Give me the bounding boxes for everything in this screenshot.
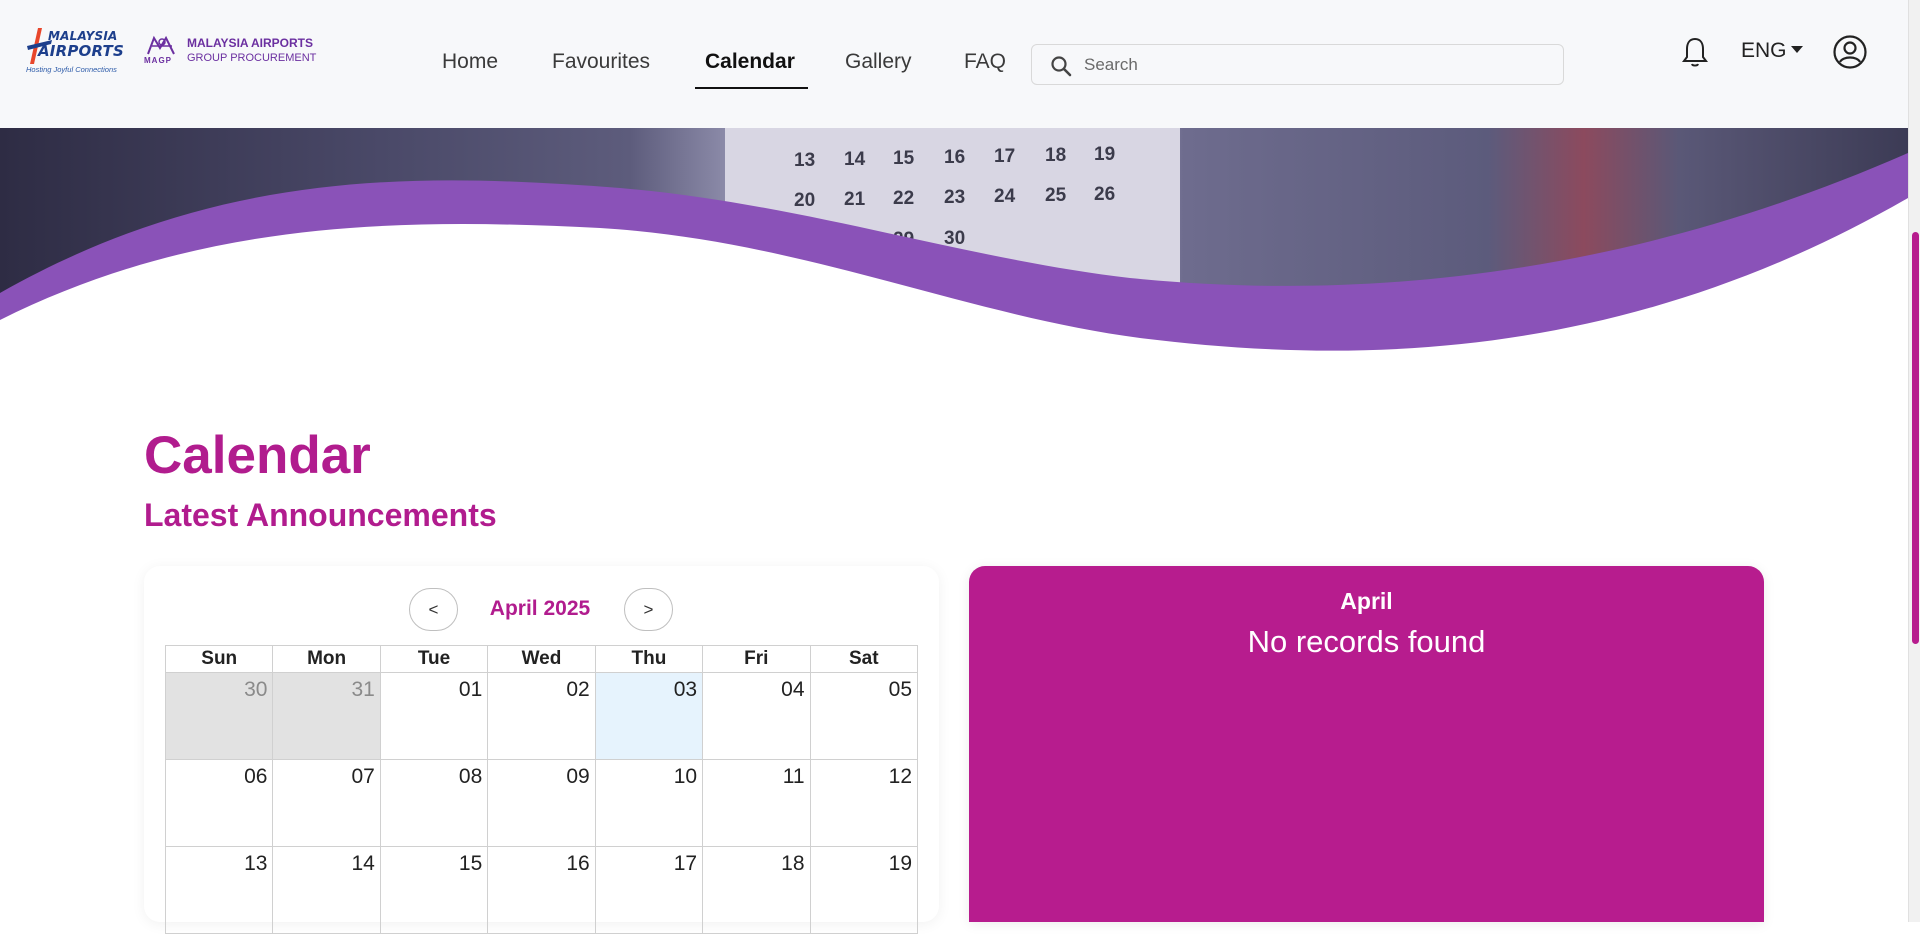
magp-logo[interactable]: MAGP MALAYSIA AIRPORTS GROUP PROCUREMENT <box>144 34 324 74</box>
announcements-month: April <box>1340 588 1393 614</box>
logo-word-airports: AIRPORTS <box>38 42 124 60</box>
nav-gallery[interactable]: Gallery <box>845 50 912 74</box>
calendar-day-cell[interactable]: 04 <box>702 672 811 760</box>
calendar-day-cell[interactable]: 11 <box>702 759 811 847</box>
calendar-day-cell[interactable]: 18 <box>702 846 811 934</box>
malaysia-airports-logo[interactable]: MALAYSIA AIRPORTS Hosting Joyful Connect… <box>24 26 126 76</box>
magp-mark-text: MAGP <box>144 56 172 65</box>
calendar-day-cell[interactable]: 02 <box>487 672 596 760</box>
scrollbar-thumb[interactable] <box>1912 232 1919 644</box>
weekday-header: Thu <box>594 645 704 673</box>
calendar-day-cell[interactable]: 05 <box>809 672 919 760</box>
weekday-header: Sun <box>164 645 274 673</box>
calendar-day-cell[interactable]: 07 <box>272 759 381 847</box>
weekday-header: Mon <box>272 645 381 673</box>
no-records-message: No records found <box>1247 624 1486 659</box>
calendar-day-cell-today[interactable]: 03 <box>594 672 704 760</box>
calendar-day-cell[interactable]: 12 <box>809 759 919 847</box>
page-scrollbar[interactable] <box>1908 0 1920 922</box>
magp-subtitle: GROUP PROCUREMENT <box>187 52 317 64</box>
nav-calendar[interactable]: Calendar <box>705 50 795 74</box>
language-value: ENG <box>1741 39 1787 62</box>
user-account-icon[interactable] <box>1832 34 1868 70</box>
nav-faq[interactable]: FAQ <box>964 50 1006 74</box>
calendar-day-cell[interactable]: 10 <box>594 759 704 847</box>
calendar-day-cell[interactable]: 13 <box>164 846 274 934</box>
page-subtitle: Latest Announcements <box>144 497 497 533</box>
top-header: MALAYSIA AIRPORTS Hosting Joyful Connect… <box>0 0 1908 128</box>
nav-favourites[interactable]: Favourites <box>552 50 650 74</box>
calendar-day-cell[interactable]: 08 <box>379 759 489 847</box>
search-box[interactable] <box>1031 44 1564 85</box>
calendar-day-cell[interactable]: 06 <box>164 759 274 847</box>
announcements-panel <box>969 566 1764 922</box>
magp-emblem-icon: MAGP <box>144 34 180 68</box>
prev-month-button[interactable]: < <box>409 588 458 631</box>
calendar-day-cell[interactable]: 19 <box>809 846 919 934</box>
logo-word-malaysia: MALAYSIA <box>48 29 118 43</box>
calendar-day-cell[interactable]: 15 <box>379 846 489 934</box>
month-calendar-grid: Sun Mon Tue Wed Thu Fri Sat 30 31 01 02 … <box>164 645 919 934</box>
nav-home[interactable]: Home <box>442 50 498 74</box>
calendar-day-cell[interactable]: 14 <box>272 846 381 934</box>
weekday-header: Sat <box>809 645 919 673</box>
calendar-day-cell[interactable]: 09 <box>487 759 596 847</box>
calendar-day-cell[interactable]: 16 <box>487 846 596 934</box>
logo-tagline: Hosting Joyful Connections <box>26 65 117 74</box>
search-input[interactable] <box>1084 54 1544 76</box>
hero-banner: 13 14 15 16 17 18 19 20 21 22 23 24 25 2… <box>0 128 1908 378</box>
banner-wave-decoration <box>0 153 1908 378</box>
language-dropdown[interactable]: ENG <box>1741 39 1803 63</box>
calendar-day-cell[interactable]: 01 <box>379 672 489 760</box>
weekday-header: Tue <box>379 645 489 673</box>
magp-title: MALAYSIA AIRPORTS <box>187 36 314 50</box>
calendar-day-cell-prev-month[interactable]: 30 <box>164 672 274 760</box>
search-icon <box>1051 56 1072 77</box>
active-nav-underline <box>695 87 808 89</box>
weekday-header: Fri <box>702 645 811 673</box>
chevron-down-icon <box>1790 46 1803 53</box>
calendar-month-label: April 2025 <box>489 597 591 620</box>
weekday-header: Wed <box>487 645 596 673</box>
next-month-button[interactable]: > <box>624 588 673 631</box>
bell-icon[interactable] <box>1681 36 1709 68</box>
page-title: Calendar <box>144 426 371 485</box>
calendar-day-cell-prev-month[interactable]: 31 <box>272 672 381 760</box>
calendar-day-cell[interactable]: 17 <box>594 846 704 934</box>
